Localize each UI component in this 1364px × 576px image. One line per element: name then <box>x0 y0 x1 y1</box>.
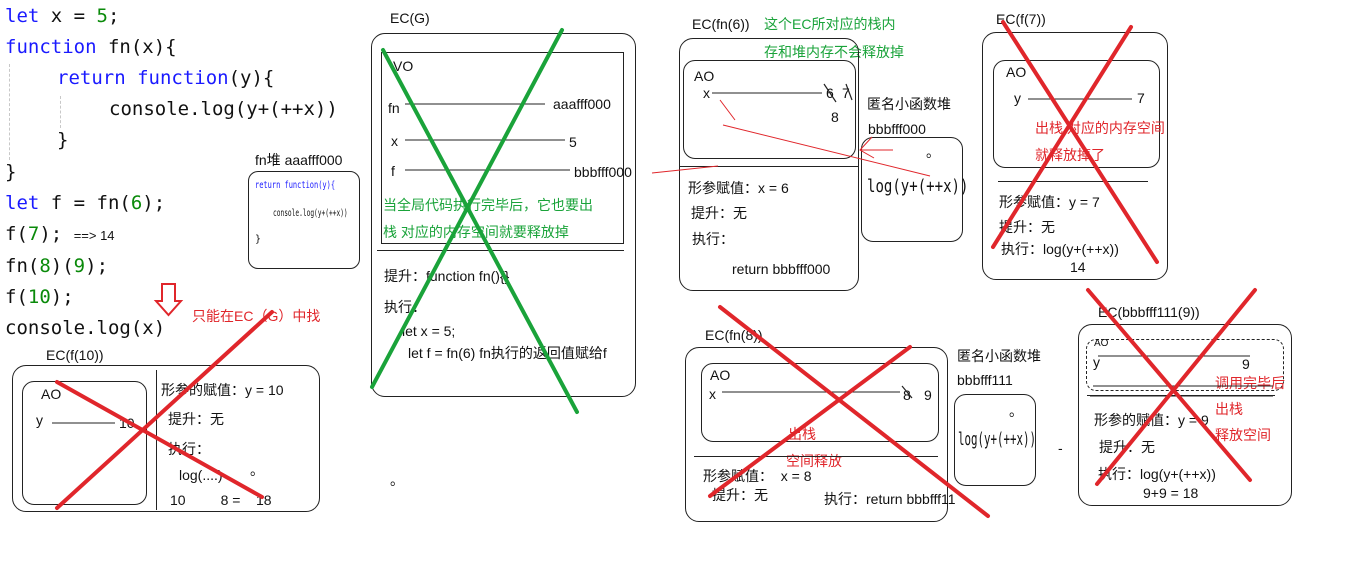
pointer-arrowhead <box>859 136 875 159</box>
ec-bbb-cross-b <box>1095 288 1257 486</box>
ec-f7-cross-a <box>1001 20 1159 264</box>
strike-6 <box>823 83 837 103</box>
ec-f10-cross-b <box>55 310 274 510</box>
heap-pointer-lines <box>719 99 931 177</box>
ec-f7-cross-b <box>991 25 1133 249</box>
strike-7 <box>845 83 853 101</box>
strike-8 <box>901 385 913 399</box>
f-pointer-line <box>651 165 719 174</box>
down-arrow-icon <box>153 283 184 317</box>
ec-fn8-cross-b <box>708 345 912 498</box>
ec-fn8-cross-a <box>718 305 990 518</box>
ec-bbb-cross-a <box>1086 288 1252 482</box>
diagram-overlay <box>52 20 1273 518</box>
